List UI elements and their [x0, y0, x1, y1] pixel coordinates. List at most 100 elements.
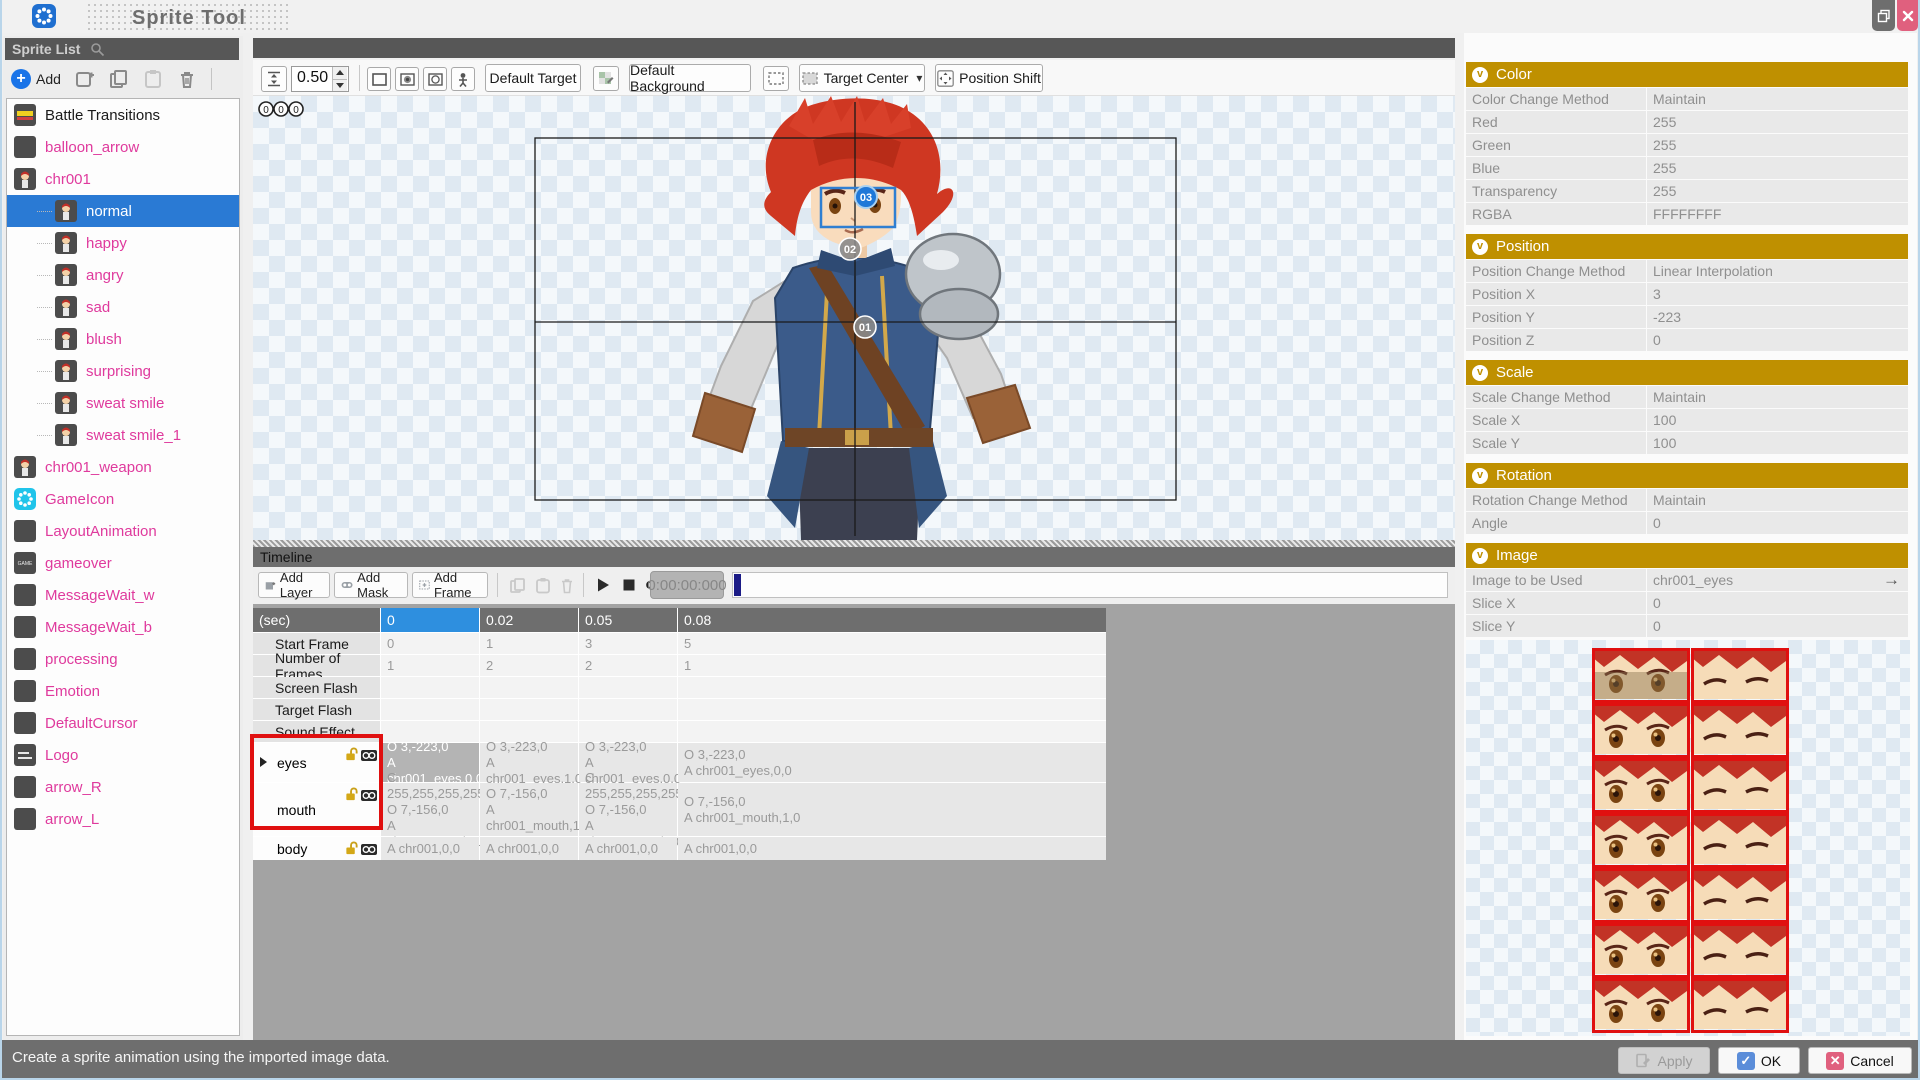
- zoom-value[interactable]: 0.50: [292, 67, 332, 91]
- start-frame-cell[interactable]: 0: [381, 633, 479, 654]
- add-sprite-button[interactable]: + Add: [11, 69, 61, 89]
- add-mask-button[interactable]: Add Mask: [334, 572, 408, 598]
- prop-value[interactable]: -223: [1647, 306, 1908, 328]
- selection-rect-icon-button[interactable]: [763, 66, 789, 91]
- body-keyframe[interactable]: A chr001,0,0: [381, 837, 479, 860]
- layer-label-body[interactable]: body: [253, 837, 380, 860]
- prop-value[interactable]: 255: [1647, 111, 1908, 133]
- target-flash-cell[interactable]: [678, 699, 1106, 720]
- add-item-icon-button[interactable]: [75, 69, 95, 89]
- tree-item-normal-selected[interactable]: normal: [7, 195, 239, 227]
- delete-icon-button[interactable]: [177, 69, 197, 89]
- prop-value[interactable]: 255: [1647, 180, 1908, 202]
- default-target-button[interactable]: Default Target: [485, 64, 581, 92]
- sprite-canvas[interactable]: 03 02 01 0 0 0: [253, 96, 1455, 540]
- position-section-header[interactable]: v Position: [1466, 234, 1908, 259]
- prop-value[interactable]: 0: [1647, 329, 1908, 351]
- number-of-frames-cell[interactable]: 1: [381, 655, 479, 676]
- show-frame-toggle[interactable]: [367, 67, 391, 91]
- prop-value[interactable]: 100: [1647, 432, 1908, 454]
- time-column-3[interactable]: 0.08: [678, 608, 1106, 632]
- tree-item-gameicon[interactable]: GameIcon: [7, 483, 239, 515]
- canvas-timeline-splitter[interactable]: [253, 540, 1455, 547]
- prop-value[interactable]: FFFFFFFF: [1647, 203, 1908, 225]
- add-layer-button[interactable]: Add Layer: [258, 572, 330, 598]
- number-of-frames-cell[interactable]: 1: [678, 655, 1106, 676]
- zoom-decrement-button[interactable]: [333, 79, 347, 92]
- mouth-keyframe[interactable]: O 7,-156,0 A chr001_mouth,1,0: [480, 783, 578, 836]
- image-to-be-used-value[interactable]: chr001_eyes→: [1647, 569, 1908, 591]
- target-flash-cell[interactable]: [480, 699, 578, 720]
- prop-value[interactable]: 0: [1647, 615, 1908, 637]
- number-of-frames-cell[interactable]: 2: [579, 655, 677, 676]
- position-shift-button[interactable]: Position Shift: [935, 64, 1043, 92]
- select-image-arrow-icon[interactable]: →: [1883, 569, 1900, 591]
- number-of-frames-cell[interactable]: 2: [480, 655, 578, 676]
- screen-flash-cell[interactable]: [381, 677, 479, 698]
- frames-icon[interactable]: [361, 842, 377, 857]
- apply-button[interactable]: Apply: [1618, 1047, 1710, 1074]
- tree-item-gameover[interactable]: gameover: [7, 547, 239, 579]
- mouth-keyframe[interactable]: C 255,255,255,255 O 7,-156,0 A chr001_mo…: [579, 783, 677, 836]
- prop-value[interactable]: 3: [1647, 283, 1908, 305]
- tree-item-emotion[interactable]: Emotion: [7, 675, 239, 707]
- show-character-toggle[interactable]: [451, 67, 475, 91]
- eyes-keyframe[interactable]: O 3,-223,0 A chr001_eyes,1,0: [480, 743, 578, 782]
- rotation-section-header[interactable]: v Rotation: [1466, 463, 1908, 488]
- tree-item-surprising[interactable]: surprising: [7, 355, 239, 387]
- prop-value[interactable]: Linear Interpolation: [1647, 260, 1908, 282]
- prop-value[interactable]: Maintain: [1647, 386, 1908, 408]
- unlock-icon[interactable]: [345, 841, 358, 855]
- screen-flash-cell[interactable]: [579, 677, 677, 698]
- tree-item-chr001[interactable]: chr001: [7, 163, 239, 195]
- close-window-button[interactable]: [1897, 0, 1918, 31]
- tree-item-messagewait-b[interactable]: MessageWait_b: [7, 611, 239, 643]
- screen-flash-cell[interactable]: [480, 677, 578, 698]
- tree-item-blush[interactable]: blush: [7, 323, 239, 355]
- target-center-dropdown[interactable]: Target Center ▾: [799, 64, 925, 92]
- tree-item-chr001-weapon[interactable]: chr001_weapon: [7, 451, 239, 483]
- tree-item-battle-transitions[interactable]: Battle Transitions: [7, 99, 239, 131]
- screen-flash-cell[interactable]: [678, 677, 1106, 698]
- zoom-increment-button[interactable]: [333, 67, 347, 79]
- eyes-keyframe[interactable]: O 3,-223,0 A chr001_eyes,0,0: [678, 743, 1106, 782]
- eyes-sprite-sheet[interactable]: [1592, 648, 1790, 1033]
- mouth-keyframe[interactable]: O 7,-156,0 A chr001_mouth,1,0: [678, 783, 1106, 836]
- restore-window-button[interactable]: [1872, 0, 1895, 31]
- tree-item-layoutanimation[interactable]: LayoutAnimation: [7, 515, 239, 547]
- sound-effect-cell[interactable]: [678, 721, 1106, 742]
- edit-background-icon-button[interactable]: [593, 66, 619, 91]
- add-frame-button[interactable]: Add Frame: [412, 572, 488, 598]
- image-section-header[interactable]: v Image: [1466, 543, 1908, 568]
- prop-value[interactable]: 255: [1647, 157, 1908, 179]
- tree-item-processing[interactable]: processing: [7, 643, 239, 675]
- tree-item-angry[interactable]: angry: [7, 259, 239, 291]
- start-frame-cell[interactable]: 5: [678, 633, 1106, 654]
- color-section-header[interactable]: v Color: [1466, 62, 1908, 87]
- time-column-2[interactable]: 0.05: [579, 608, 677, 632]
- fit-zoom-button[interactable]: [261, 66, 287, 92]
- start-frame-cell[interactable]: 3: [579, 633, 677, 654]
- copy-frame-button-disabled[interactable]: [505, 572, 529, 598]
- zoom-spinbox[interactable]: 0.50: [291, 66, 349, 92]
- show-circle-toggle[interactable]: [423, 67, 447, 91]
- prop-value[interactable]: 100: [1647, 409, 1908, 431]
- tree-item-arrow-l[interactable]: arrow_L: [7, 803, 239, 835]
- tree-item-arrow-r[interactable]: arrow_R: [7, 771, 239, 803]
- mouth-keyframe[interactable]: C 255,255,255,255 O 7,-156,0 A chr001_mo…: [381, 783, 479, 836]
- time-column-0-selected[interactable]: 0: [381, 608, 479, 632]
- tree-item-logo[interactable]: Logo: [7, 739, 239, 771]
- tree-item-defaultcursor[interactable]: DefaultCursor: [7, 707, 239, 739]
- prop-value[interactable]: Maintain: [1647, 88, 1908, 110]
- scale-section-header[interactable]: v Scale: [1466, 360, 1908, 385]
- body-keyframe[interactable]: A chr001,0,0: [480, 837, 578, 860]
- paste-icon-button[interactable]: [143, 69, 163, 89]
- show-target-toggle[interactable]: [395, 67, 419, 91]
- tree-item-balloon-arrow[interactable]: balloon_arrow: [7, 131, 239, 163]
- tree-item-sweat-smile[interactable]: sweat smile: [7, 387, 239, 419]
- target-flash-cell[interactable]: [579, 699, 677, 720]
- start-frame-cell[interactable]: 1: [480, 633, 578, 654]
- default-background-button[interactable]: Default Background: [629, 64, 751, 92]
- prop-value[interactable]: 0: [1647, 512, 1908, 534]
- tree-item-sad[interactable]: sad: [7, 291, 239, 323]
